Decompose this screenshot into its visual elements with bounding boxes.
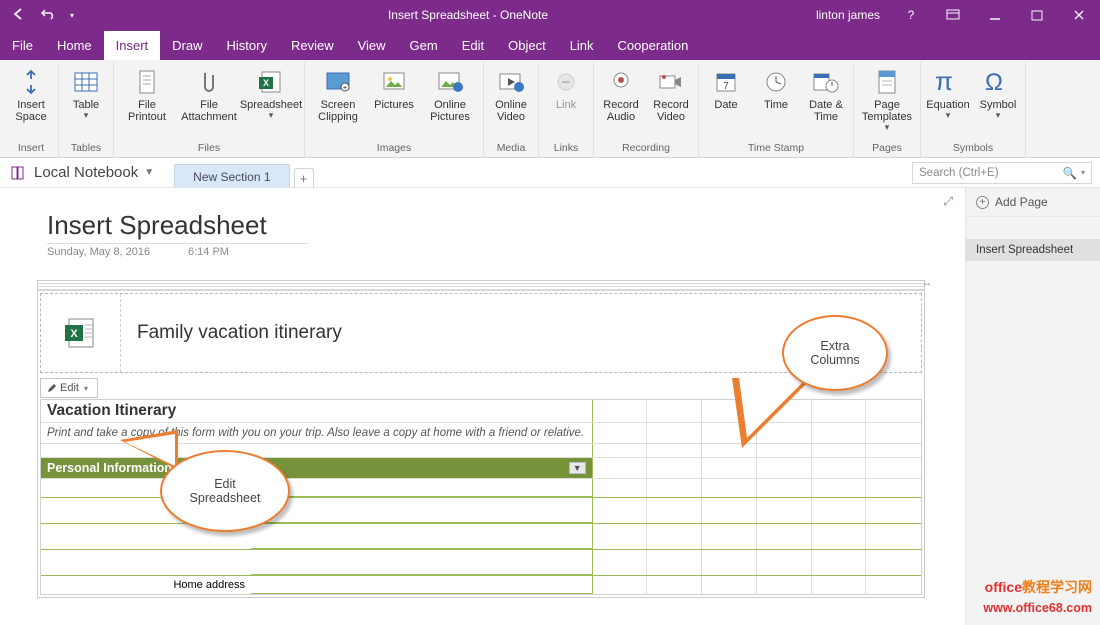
ribbon-tab-history[interactable]: History <box>215 31 279 60</box>
expand-icon[interactable]: ⤢ <box>943 194 953 209</box>
ribbon-record-audio-button[interactable]: RecordAudio <box>597 62 645 123</box>
ribbon-insert-space-button[interactable]: InsertSpace <box>7 62 55 123</box>
notebook-picker[interactable]: Local Notebook ▼ <box>0 164 164 181</box>
svg-text:X: X <box>263 78 269 88</box>
ribbon-tab-object[interactable]: Object <box>496 31 558 60</box>
ribbon-date-time-button[interactable]: Date &Time <box>802 62 850 123</box>
ribbon-group-time-stamp: 7DateTimeDate &TimeTime Stamp <box>699 62 854 157</box>
plus-circle-icon: + <box>976 196 989 209</box>
window-title: Insert Spreadsheet - OneNote <box>120 8 816 22</box>
ribbon-tab-edit[interactable]: Edit <box>450 31 496 60</box>
callout-tail <box>120 430 178 470</box>
page-time: 6:14 PM <box>188 246 229 258</box>
add-page-button[interactable]: +Add Page <box>966 188 1100 217</box>
ribbon-time-button[interactable]: Time <box>752 62 800 111</box>
chevron-down-icon[interactable]: ▾ <box>1081 168 1085 177</box>
ribbon-tab-cooperation[interactable]: Cooperation <box>606 31 701 60</box>
ribbon-symbol-button[interactable]: ΩSymbol▾ <box>974 62 1022 121</box>
ribbon-group-tables: Table▾Tables <box>59 62 114 157</box>
callout-edit-spreadsheet: Edit Spreadsheet <box>160 450 290 532</box>
search-placeholder: Search (Ctrl+E) <box>919 167 999 179</box>
page-title[interactable]: Insert Spreadsheet <box>47 210 307 244</box>
add-section-button[interactable]: + <box>294 168 314 188</box>
ribbon-table-button[interactable]: Table▾ <box>62 62 110 121</box>
container-grip[interactable] <box>38 281 924 291</box>
ribbon-page-templates-button[interactable]: PageTemplates▾ <box>857 62 917 133</box>
ribbon-equation-button[interactable]: πEquation▾ <box>924 62 972 121</box>
page-list-item[interactable]: Insert Spreadsheet <box>966 239 1100 261</box>
minimize-icon[interactable] <box>974 0 1016 30</box>
ribbon-file-attachment-button[interactable]: FileAttachment <box>179 62 239 123</box>
ribbon-record-video-button[interactable]: RecordVideo <box>647 62 695 123</box>
ribbon-group-recording: RecordAudioRecordVideoRecording <box>594 62 699 157</box>
search-input[interactable]: Search (Ctrl+E) 🔍 ▾ <box>912 162 1092 184</box>
ribbon: InsertSpaceInsertTable▾TablesFilePrintou… <box>0 60 1100 158</box>
watermark-url: www.office68.com <box>983 601 1092 615</box>
ribbon-online-video-button[interactable]: OnlineVideo <box>487 62 535 123</box>
help-icon[interactable]: ? <box>890 0 932 30</box>
ribbon-tab-link[interactable]: Link <box>558 31 606 60</box>
notebook-icon <box>10 165 26 181</box>
back-icon[interactable] <box>12 7 26 24</box>
svg-text:π: π <box>935 68 953 96</box>
dropdown-arrow-icon[interactable]: ▼ <box>569 462 586 474</box>
callout-extra-columns: Extra Columns <box>782 315 888 391</box>
title-bar: ▾ Insert Spreadsheet - OneNote linton ja… <box>0 0 1100 30</box>
ribbon-group-media: OnlineVideoMedia <box>484 62 539 157</box>
pencil-icon <box>47 383 57 393</box>
ribbon-group-symbols: πEquation▾ΩSymbol▾Symbols <box>921 62 1026 157</box>
ribbon-pictures-button[interactable]: Pictures <box>370 62 418 111</box>
section-tab[interactable]: New Section 1 <box>174 164 289 188</box>
close-icon[interactable] <box>1058 0 1100 30</box>
svg-text:Ω: Ω <box>985 69 1003 96</box>
ribbon-online-pictures-button[interactable]: OnlinePictures <box>420 62 480 123</box>
svg-text:+: + <box>343 85 347 92</box>
page-date: Sunday, May 8, 2016 <box>47 246 150 258</box>
ribbon-tab-gem[interactable]: Gem <box>398 31 450 60</box>
svg-text:7: 7 <box>723 81 729 92</box>
chevron-down-icon: ▼ <box>144 167 154 178</box>
ribbon-group-links: LinkLinks <box>539 62 594 157</box>
watermark: office教程学习网 <box>985 577 1092 597</box>
ribbon-link-button: Link <box>542 62 590 111</box>
spreadsheet-filename: Family vacation itinerary <box>121 322 342 344</box>
ribbon-spreadsheet-button[interactable]: XSpreadsheet▾ <box>241 62 301 121</box>
ribbon-tab-insert[interactable]: Insert <box>104 31 161 60</box>
resize-handle-icon[interactable]: ↔ <box>922 278 932 289</box>
ribbon-tab-view[interactable]: View <box>346 31 398 60</box>
notebook-name: Local Notebook <box>34 164 138 181</box>
ribbon-tab-draw[interactable]: Draw <box>160 31 214 60</box>
ribbon-screen-clipping-button[interactable]: +ScreenClipping <box>308 62 368 123</box>
page-canvas[interactable]: Insert Spreadsheet Sunday, May 8, 2016 6… <box>0 188 965 625</box>
edit-spreadsheet-button[interactable]: Edit <box>40 378 98 398</box>
excel-icon: X <box>63 315 99 351</box>
ribbon-group-images: +ScreenClippingPicturesOnlinePicturesIma… <box>305 62 484 157</box>
notebook-nav: Local Notebook ▼ New Section 1 + Search … <box>0 158 1100 188</box>
pages-pane: +Add Page Insert Spreadsheet <box>965 188 1100 625</box>
qat-dropdown-icon[interactable]: ▾ <box>70 11 74 20</box>
ribbon-group-insert: InsertSpaceInsert <box>4 62 59 157</box>
ribbon-date-button[interactable]: 7Date <box>702 62 750 111</box>
sheet-title: Vacation Itinerary <box>41 400 593 422</box>
search-icon: 🔍 <box>1063 166 1077 180</box>
field-label: Home address <box>41 576 251 594</box>
undo-icon[interactable] <box>40 7 56 24</box>
ribbon-tab-file[interactable]: File <box>0 31 45 60</box>
ribbon-display-icon[interactable] <box>932 0 974 30</box>
ribbon-tab-review[interactable]: Review <box>279 31 346 60</box>
ribbon-group-files: FilePrintoutFileAttachmentXSpreadsheet▾F… <box>114 62 305 157</box>
ribbon-tab-home[interactable]: Home <box>45 31 104 60</box>
ribbon-group-pages: PageTemplates▾Pages <box>854 62 921 157</box>
svg-text:X: X <box>70 328 78 340</box>
ribbon-tabs: FileHomeInsertDrawHistoryReviewViewGemEd… <box>0 30 1100 60</box>
user-name[interactable]: linton james <box>816 8 890 22</box>
maximize-icon[interactable] <box>1016 0 1058 30</box>
ribbon-file-printout-button[interactable]: FilePrintout <box>117 62 177 123</box>
